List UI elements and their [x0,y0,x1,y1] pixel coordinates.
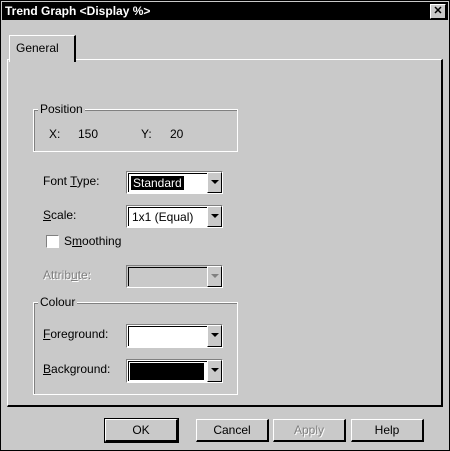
chevron-down-icon[interactable] [207,266,222,287]
chevron-down-icon[interactable] [207,206,222,227]
tab-panel-general: Position X: 150 Y: 20 Font Type: Standar… [7,59,443,407]
font-type-value: Standard [131,176,184,190]
scale-label: Scale: [43,208,77,222]
tab-general-label: General [16,41,59,55]
foreground-color-swatch [130,328,204,345]
background-label: Background: [43,362,111,376]
position-y-label: Y: [141,127,152,141]
close-button[interactable]: ✕ [430,4,446,19]
font-type-label: Font Type: [43,174,100,188]
colour-group: Colour Foreground: Background: [33,295,238,395]
window-title: Trend Graph <Display %> [5,4,151,18]
position-group: Position X: 150 Y: 20 [33,102,238,152]
position-group-label: Position [38,102,85,116]
font-type-select[interactable]: Standard [126,171,223,194]
position-x-label: X: [49,127,61,141]
scale-value: 1x1 (Equal) [132,210,194,224]
foreground-color-select[interactable] [126,324,223,348]
title-bar[interactable]: Trend Graph <Display %> ✕ [2,2,448,20]
apply-button[interactable]: Apply [273,419,346,442]
colour-group-label: Colour [38,295,78,309]
close-icon: ✕ [433,5,443,17]
background-color-select[interactable] [126,359,223,383]
smoothing-checkbox[interactable] [46,235,59,248]
position-x-value: 150 [78,127,99,141]
chevron-down-icon[interactable] [207,325,222,347]
smoothing-label[interactable]: Smoothing [64,234,121,248]
tab-general[interactable]: General [9,35,76,62]
scale-select[interactable]: 1x1 (Equal) [126,205,223,228]
trend-graph-dialog: Trend Graph <Display %> ✕ General Positi… [0,0,450,451]
cancel-button[interactable]: Cancel [196,419,269,442]
attribute-label: Attribute: [43,268,92,282]
foreground-label: Foreground: [43,327,109,341]
position-y-value: 20 [170,127,184,141]
attribute-select[interactable] [126,265,223,288]
chevron-down-icon[interactable] [207,360,222,382]
chevron-down-icon[interactable] [207,172,222,193]
ok-button[interactable]: OK [104,418,179,443]
help-button[interactable]: Help [351,419,424,442]
background-color-swatch [130,363,204,380]
